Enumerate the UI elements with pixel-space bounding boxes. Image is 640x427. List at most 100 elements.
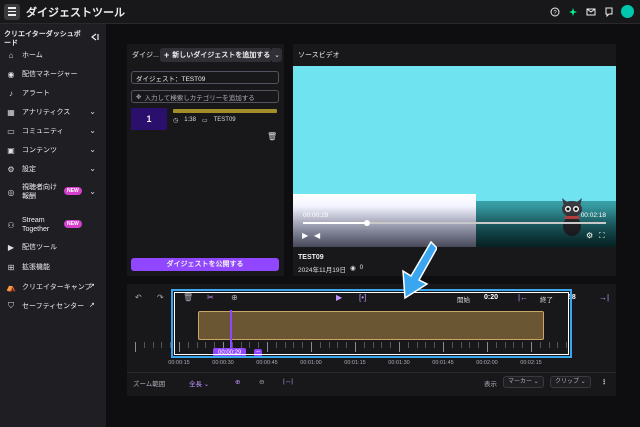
highlight-box [171,289,572,358]
add-digest-dropdown[interactable]: ⌄ [272,48,282,62]
zoom-range-value: 全長 [189,381,202,388]
source-video-panel: ソースビデオ 00:00:29 00:02:18 ▶ ◀ ⚙ ⛶ TEST09 … [293,44,616,276]
chat-icon[interactable] [603,6,615,18]
sidebar-item-settings[interactable]: ⚙ 設定 ⌄ [0,160,106,178]
sidebar-item-stream-tools[interactable]: ▶ 配信ツール [0,238,106,256]
stream-together-icon: ⚇ [7,220,15,230]
ruler-tick [152,342,154,348]
video-seek-handle[interactable] [363,220,370,226]
video-player[interactable]: 00:00:29 00:02:18 ▶ ◀ ⚙ ⛶ [293,66,616,247]
extensions-icon: ⊞ [7,262,15,272]
app-title: ダイジェストツール [26,6,125,19]
analytics-icon: ▦ [7,107,15,117]
alert-icon: ♪ [9,88,13,98]
sidebar-item-label: クリエイターキャンプ [22,284,92,291]
plus-icon: + [164,50,170,60]
video-total-time: 00:02:18 [580,212,606,219]
ruler-label: 00:01:45 [432,360,454,366]
clip-dropdown-label: クリップ [555,379,580,385]
digest-clip-card[interactable]: 1 ◷ 1:38 ▭ TEST09 [131,108,279,130]
top-bar: ダイジェストツール ? [0,0,640,24]
chevron-down-icon: ⌄ [89,126,96,135]
category-search-input[interactable]: ✥ 入力して検索しカテゴリーを追加する [131,90,279,103]
sidebar: クリエイターダッシュボード ⌂ ホーム ◉ 配信マネージャー ♪ アラート ▦ アナリテ… [0,24,106,427]
chevron-down-icon: ⌄ [274,52,280,59]
undo-icon[interactable]: ↶ [135,293,142,302]
clip-dropdown[interactable]: クリップ ⌄ [550,376,591,388]
set-end-icon[interactable]: →| [599,293,609,302]
sidebar-item-label: 配信マネージャー [22,71,78,78]
sidebar-item-content[interactable]: ▣ コンテンツ ⌄ [0,141,106,159]
ruler-label: 00:02:00 [476,360,498,366]
zoom-in-icon[interactable]: ⊕ [235,378,240,386]
sidebar-item-label: ホーム [22,52,43,59]
shield-icon: ⛉ [8,301,14,310]
fit-width-icon[interactable]: |↔| [283,378,293,385]
clip-thumbnail: 1 [131,108,167,130]
zoom-label: ズーム範囲 [133,381,166,388]
publish-digest-button[interactable]: ダイジェストを公開する [131,258,279,271]
display-label: 表示 [484,381,497,388]
video-views: 0 [359,264,364,271]
sidebar-item-alerts[interactable]: ♪ アラート [0,84,106,102]
gamepad-icon: ✥ [136,93,142,101]
timeline-footer: ズーム範囲 全長 ⌄ ⊕ ⊖ |↔| 表示 マーカー ⌄ クリップ ⌄ ⋮ [127,372,616,390]
ruler-label: 00:01:15 [344,360,366,366]
video-date: 2024年11月19日 [298,267,346,274]
sidebar-item-community[interactable]: ▭ コミュニティ ⌄ [0,122,106,140]
redo-icon[interactable]: ↷ [157,293,164,302]
sidebar-item-safety-center[interactable]: ⛉ セーフティセンター ↗ [0,297,106,315]
clip-title: TEST09 [213,117,236,123]
sidebar-item-home[interactable]: ⌂ ホーム [0,46,106,64]
chevron-down-icon: ⌄ [89,145,96,154]
pointer-arrow-icon [402,240,437,300]
chevron-down-icon: ⌄ [89,187,96,196]
sparkle-icon[interactable] [567,6,579,18]
marker-dropdown-label: マーカー [508,379,533,385]
sidebar-item-stream-together[interactable]: ⚇ Stream Together NEW [0,214,106,236]
sidebar-item-label: アナリティクス [22,109,71,116]
chevron-down-icon: ⌄ [89,164,96,173]
sidebar-item-label: 設定 [22,166,36,173]
sidebar-item-viewer-rewards[interactable]: ◎ 視聴者向け報酬 NEW ⌄ [0,181,106,203]
inbox-icon[interactable] [585,6,597,18]
broadcast-icon: ◉ [7,69,15,79]
category-placeholder: 入力して検索しカテゴリーを追加する [144,94,255,102]
digest-panel-header: ダイジ... [132,52,159,59]
add-digest-button[interactable]: + 新しいダイジェストを追加する [160,48,272,62]
digest-name-value: ダイジェスト：TEST09 [136,75,206,83]
ruler-label: 00:01:30 [388,360,410,366]
sidebar-item-label: アラート [22,90,50,97]
content-icon: ▣ [7,145,15,155]
trash-icon[interactable]: 🗑 [267,132,277,141]
more-options-icon[interactable]: ⋮ [601,378,608,386]
help-icon[interactable]: ? [549,6,561,18]
ruler-label: 00:02:15 [520,360,542,366]
clip-icon: ▭ [201,118,208,124]
sidebar-item-extensions[interactable]: ⊞ 拡張機能 [0,258,106,276]
video-name: TEST09 [298,254,324,261]
clip-number: 1 [146,114,152,124]
sidebar-item-stream-manager[interactable]: ◉ 配信マネージャー [0,65,106,83]
hamburger-menu-icon[interactable] [4,3,20,20]
sidebar-item-label: 視聴者向け報酬 [22,184,57,200]
avatar[interactable] [621,5,634,18]
zoom-range-select[interactable]: 全長 ⌄ [189,378,209,388]
settings-gear-icon[interactable]: ⚙ [586,231,593,240]
ruler-label: 00:01:00 [300,360,322,366]
collapse-sidebar-icon[interactable] [89,32,99,42]
external-link-icon: ↗ [89,302,95,309]
marker-dropdown[interactable]: マーカー ⌄ [503,376,544,388]
ruler-tick [143,342,145,348]
zoom-out-icon[interactable]: ⊖ [259,378,264,386]
new-badge: NEW [64,220,82,228]
fullscreen-icon[interactable]: ⛶ [599,231,605,241]
tools-icon: ▶ [7,242,15,252]
eye-icon: ◉ [349,265,356,272]
sidebar-item-analytics[interactable]: ▦ アナリティクス ⌄ [0,103,106,121]
play-icon[interactable]: ▶ [302,231,308,240]
volume-icon[interactable]: ◀ [314,231,320,240]
digest-name-field[interactable]: ダイジェスト：TEST09 [131,71,279,84]
sidebar-item-creator-camp[interactable]: ⛺ クリエイターキャンプ ↗ [0,278,106,296]
video-seek-played [303,222,367,224]
